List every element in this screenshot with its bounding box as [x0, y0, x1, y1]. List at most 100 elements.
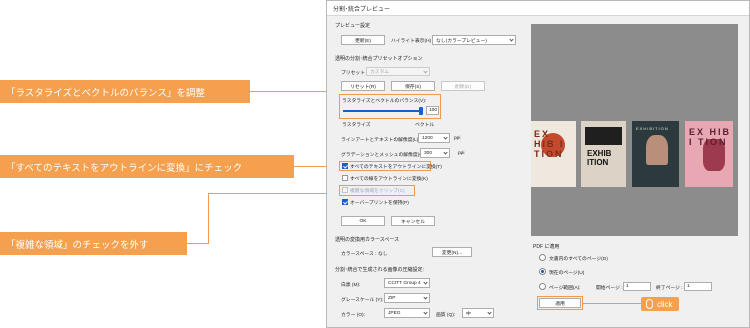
- title-bar: 分割･統合プレビュー: [327, 1, 749, 16]
- mono-value: CCITT Group 4: [388, 280, 421, 286]
- mono-compression-select[interactable]: CCITT Group 4: [384, 278, 430, 288]
- line-art-resolution-select[interactable]: 1200: [418, 133, 450, 143]
- thumb-text: EX HIB I TION: [534, 129, 565, 159]
- overprint-label: オーバープリントを保持(P): [350, 201, 409, 206]
- chevron-down-icon: [423, 68, 428, 74]
- ok-button[interactable]: OK: [341, 216, 385, 226]
- chevron-down-icon: [443, 150, 448, 155]
- start-page-label: 開始ページ :: [596, 286, 623, 291]
- colorspace-label: カラースペース :: [341, 252, 377, 257]
- line-art-value: 1200: [422, 135, 433, 141]
- clip-complex-checkbox[interactable]: [342, 187, 348, 193]
- clip-complex-label: 複雑な領域をクリップ(C): [350, 189, 405, 194]
- chevron-down-icon: [443, 135, 448, 140]
- balance-label: ラスタライズとベクトルのバランス(V):: [342, 99, 427, 104]
- outline-strokes-checkbox[interactable]: [342, 175, 348, 181]
- highlight-label: ハイライト表示(H): [391, 39, 432, 44]
- slider-thumb[interactable]: [419, 107, 423, 115]
- change-colorspace-button[interactable]: 変更(N)...: [432, 247, 472, 257]
- outline-strokes-label: すべての線をアウトラインに変換(K): [350, 177, 428, 182]
- save-button[interactable]: 保存(S): [391, 81, 435, 91]
- preview-thumb-2: EXHIB ITION: [581, 121, 626, 187]
- gradient-resolution-select[interactable]: 300: [420, 148, 450, 158]
- chevron-down-icon: [423, 295, 428, 300]
- click-badge: click: [641, 297, 679, 311]
- thumb-block: [585, 127, 622, 145]
- compression-heading: 分割･統合で生成される画像の圧縮設定:: [335, 267, 424, 273]
- highlight-select[interactable]: なし(カラープレビュー): [432, 35, 516, 45]
- line-art-resolution-label: ラインアートとテキストの解像度(L):: [341, 138, 420, 143]
- overprint-checkbox[interactable]: [342, 199, 348, 205]
- preview-area: EX HIB I TION EXHIB ITION EXHIBITION EX …: [531, 24, 738, 236]
- start-page-input[interactable]: 1: [623, 282, 651, 291]
- end-page-label: 終了ページ :: [656, 286, 683, 291]
- callout-text: 「ラスタライズとベクトルのバランス」を調整: [6, 87, 205, 99]
- gradient-resolution-label: グラデーションとメッシュの解像度(G):: [341, 153, 426, 158]
- preset-select[interactable]: カスタム: [366, 67, 430, 76]
- slider-track: [343, 110, 423, 112]
- leader-line-complex-vertical: [208, 193, 209, 244]
- color-label: カラー (O):: [341, 313, 365, 318]
- thumb-text: EXHIB ITION: [587, 149, 612, 167]
- end-page-input[interactable]: 1: [684, 282, 712, 291]
- preview-thumb-1: EX HIB I TION: [531, 121, 576, 187]
- thumb-text: EXHIBITION: [636, 126, 669, 131]
- vector-label: ベクトル: [415, 123, 435, 128]
- apply-pdf-heading: PDF に適用: [533, 244, 560, 250]
- balance-value-input[interactable]: 100: [426, 106, 439, 115]
- chevron-down-icon: [423, 310, 428, 315]
- callout-text: 「複雑な領域」のチェックを外す: [6, 239, 149, 251]
- outline-text-checkbox[interactable]: [342, 163, 348, 169]
- all-pages-label: 文書内のすべてのページ(D): [549, 257, 608, 262]
- cancel-button[interactable]: キャンセル: [391, 216, 435, 226]
- raster-label: ラスタライズ: [342, 123, 371, 128]
- current-page-radio[interactable]: [539, 268, 546, 275]
- refresh-button[interactable]: 更新(E): [341, 35, 385, 45]
- ppi-label: ppi: [458, 151, 465, 156]
- preview-settings-heading: プレビュー設定: [335, 23, 371, 29]
- preview-thumb-4: EX HIB I TION: [685, 121, 733, 187]
- mono-label: 白黒 (M):: [341, 283, 361, 288]
- page-range-label: ページ範囲(A):: [549, 286, 581, 291]
- chevron-down-icon: [509, 37, 514, 42]
- current-page-label: 現在のページ(U): [549, 271, 585, 276]
- reset-button[interactable]: リセット(R): [341, 81, 385, 91]
- callout-raster-balance: 「ラスタライズとベクトルのバランス」を調整: [0, 80, 250, 103]
- end-page-value: 1: [687, 284, 690, 289]
- balance-value: 100: [429, 108, 438, 113]
- mouse-icon: [646, 299, 653, 309]
- color-compression-select[interactable]: JPEG: [384, 308, 430, 318]
- leader-line-click: [583, 303, 641, 304]
- dialog-title: 分割･統合プレビュー: [333, 7, 391, 13]
- apply-button[interactable]: 適用: [539, 298, 581, 308]
- thumb-shape: [646, 135, 668, 165]
- preset-select-value: カスタム: [370, 70, 390, 75]
- all-pages-radio[interactable]: [539, 254, 546, 261]
- callout-text: 「すべてのテキストをアウトラインに変換」にチェック: [6, 162, 243, 174]
- chevron-down-icon: [423, 280, 428, 285]
- thumb-text: EX HIB I TION: [689, 127, 732, 147]
- outline-text-label: すべてのテキストをアウトラインに変換(T): [350, 165, 442, 170]
- ppi-label: ppi: [454, 136, 461, 141]
- transparency-options-heading: 透明の分割･統合プリセットオプション: [335, 56, 423, 62]
- grayscale-value: ZIP: [388, 295, 396, 301]
- preview-thumb-3: EXHIBITION: [632, 121, 679, 187]
- chevron-down-icon: [487, 310, 492, 315]
- leader-line-complex-top: [208, 193, 339, 194]
- colorspace-heading: 透明の変換用カラースペース: [335, 237, 400, 243]
- page-range-radio[interactable]: [539, 283, 546, 290]
- grayscale-label: グレースケール (Y):: [341, 298, 384, 303]
- quality-value: 中: [466, 311, 471, 317]
- highlight-select-value: なし(カラープレビュー): [436, 38, 487, 44]
- start-page-value: 1: [626, 284, 629, 289]
- callout-outline-text: 「すべてのテキストをアウトラインに変換」にチェック: [0, 155, 294, 178]
- quality-select[interactable]: 中: [462, 308, 494, 318]
- click-text: click: [657, 299, 673, 309]
- balance-slider[interactable]: [343, 107, 423, 115]
- colorspace-value: なし: [378, 252, 388, 257]
- grayscale-compression-select[interactable]: ZIP: [384, 293, 430, 303]
- delete-button[interactable]: 削除(D): [441, 81, 485, 91]
- leader-line-complex: [187, 243, 209, 244]
- preset-label: プリセット :: [341, 71, 368, 76]
- callout-complex-region: 「複雑な領域」のチェックを外す: [0, 232, 187, 255]
